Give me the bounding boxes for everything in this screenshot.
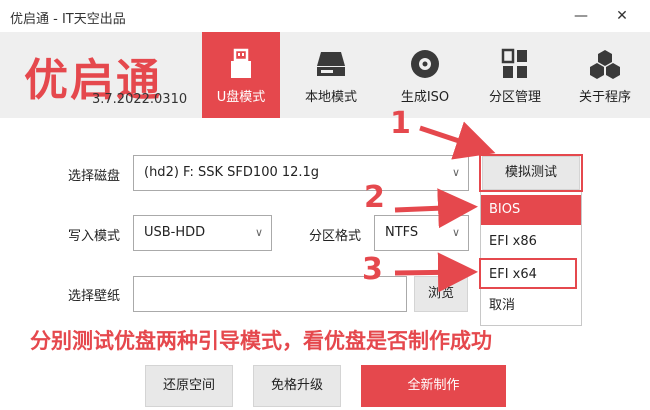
format-free-upgrade-label: 免格升级 xyxy=(270,378,323,393)
annotation-caption: 分别测试优盘两种引导模式，看优盘是否制作成功 xyxy=(30,329,492,353)
new-create-label: 全新制作 xyxy=(407,378,460,393)
restore-space-button[interactable]: 还原空间 xyxy=(145,365,233,407)
new-create-button[interactable]: 全新制作 xyxy=(361,365,506,407)
step-number-2: 2 xyxy=(364,180,385,215)
arrow-2 xyxy=(394,188,478,229)
format-free-upgrade-button[interactable]: 免格升级 xyxy=(253,365,341,407)
step-number-3: 3 xyxy=(362,252,383,287)
step-number-1: 1 xyxy=(390,106,411,141)
arrow-1 xyxy=(419,121,496,160)
arrow-3 xyxy=(394,252,478,293)
restore-space-label: 还原空间 xyxy=(162,378,215,393)
